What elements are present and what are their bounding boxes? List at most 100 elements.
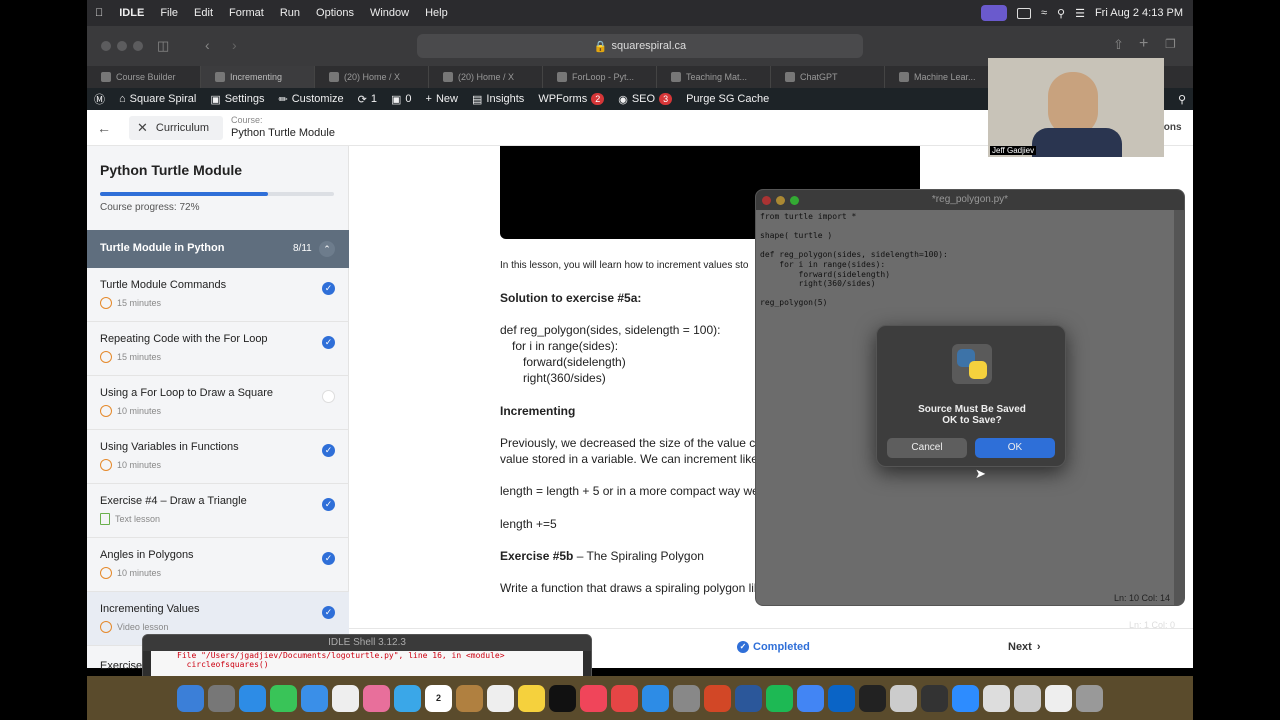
safari-icon[interactable]	[239, 684, 266, 712]
lesson-item[interactable]: Repeating Code with the For Loop 15 minu…	[87, 322, 349, 376]
chevron-up-icon[interactable]: ⌃	[319, 241, 335, 257]
trash-icon[interactable]	[1076, 684, 1103, 712]
messages-icon[interactable]	[270, 684, 297, 712]
cancel-button[interactable]: Cancel	[887, 438, 967, 458]
terminal-icon[interactable]	[859, 684, 886, 712]
chrome-icon[interactable]	[797, 684, 824, 712]
forward-icon[interactable]: ›	[232, 37, 237, 53]
music-icon[interactable]	[580, 684, 607, 712]
document-icon[interactable]	[1045, 684, 1072, 712]
ok-button[interactable]: OK	[975, 438, 1055, 458]
wp-customize-link[interactable]: ✏ Customize	[278, 93, 343, 106]
activity-monitor-icon[interactable]	[921, 684, 948, 712]
wp-wpforms-link[interactable]: WPForms 2	[538, 93, 605, 105]
notes-brown-icon[interactable]	[456, 684, 483, 712]
wp-insights-link[interactable]: ▤ Insights	[472, 93, 524, 106]
apple-tv-icon[interactable]	[549, 684, 576, 712]
idle-code-area[interactable]: from turtle import * shape( turtle ) def…	[760, 212, 948, 308]
tab-forloop[interactable]: ForLoop - Pyt...	[543, 66, 657, 88]
video-clock-icon	[100, 351, 112, 363]
scrollbar[interactable]	[1174, 210, 1184, 605]
minimize-window-button[interactable]	[117, 41, 127, 51]
lesson-item[interactable]: Turtle Module Commands 15 minutes ✓	[87, 268, 349, 322]
lesson-title-partial[interactable]: Exercise	[100, 660, 142, 672]
menu-file[interactable]: File	[160, 7, 178, 19]
launchpad-icon[interactable]	[208, 684, 235, 712]
system-settings-icon[interactable]	[673, 684, 700, 712]
wp-updates-link[interactable]: ⟳ 1	[358, 93, 377, 106]
wp-site-link[interactable]: ⌂ Square Spiral	[119, 93, 196, 105]
mail-icon[interactable]	[301, 684, 328, 712]
python-launcher-icon[interactable]	[890, 684, 917, 712]
powerpoint-icon[interactable]	[704, 684, 731, 712]
control-center-icon[interactable]: ☰	[1075, 7, 1085, 20]
wp-seo-link[interactable]: ◉ SEO 3	[618, 93, 673, 106]
wp-search-icon[interactable]: ⚲	[1178, 93, 1186, 106]
lesson-item[interactable]: Angles in Polygons 10 minutes ✓	[87, 538, 349, 592]
section-header[interactable]: Turtle Module in Python 8/11 ⌃	[87, 230, 349, 268]
menu-format[interactable]: Format	[229, 7, 264, 19]
zoom-window-button[interactable]	[133, 41, 143, 51]
facetime-icon[interactable]	[394, 684, 421, 712]
idle-status: Ln: 10 Col: 14	[1113, 593, 1170, 603]
finder-icon[interactable]	[177, 684, 204, 712]
apple-icon[interactable]: 	[95, 7, 103, 19]
tab-x-home-2[interactable]: (20) Home / X	[429, 66, 543, 88]
wordpress-logo-icon[interactable]: Ⓜ	[94, 91, 105, 107]
address-bar[interactable]: 🔒 squarespiral.ca	[417, 34, 863, 58]
new-tab-icon[interactable]: +	[1139, 35, 1148, 53]
notes-icon[interactable]	[518, 684, 545, 712]
menu-help[interactable]: Help	[425, 7, 448, 19]
tab-overview-icon[interactable]: ❐	[1165, 37, 1176, 51]
tab-course-builder[interactable]: Course Builder	[87, 66, 201, 88]
share-icon[interactable]: ⇧	[1113, 37, 1124, 53]
wp-comments-link[interactable]: ▣ 0	[391, 93, 412, 106]
tab-machine-learning[interactable]: Machine Lear...	[885, 66, 999, 88]
news-icon[interactable]	[611, 684, 638, 712]
menu-window[interactable]: Window	[370, 7, 409, 19]
python-icon[interactable]	[1014, 684, 1041, 712]
zoom-icon[interactable]	[952, 684, 979, 712]
wp-new-link[interactable]: + New	[426, 93, 458, 105]
lesson-item[interactable]: Using a For Loop to Draw a Square 10 min…	[87, 376, 349, 430]
word-icon[interactable]	[735, 684, 762, 712]
spotify-icon[interactable]	[766, 684, 793, 712]
lesson-item[interactable]: Exercise #4 – Draw a Triangle Text lesso…	[87, 484, 349, 538]
menu-run[interactable]: Run	[280, 7, 300, 19]
completed-status[interactable]: ✓ Completed	[737, 641, 810, 653]
header-right-partial[interactable]: ions	[1161, 122, 1182, 133]
calendar-icon[interactable]: 2	[425, 684, 452, 712]
wp-purge-cache-link[interactable]: Purge SG Cache	[686, 93, 769, 105]
search-icon[interactable]: ⚲	[1057, 7, 1065, 20]
outlook-icon[interactable]	[828, 684, 855, 712]
tab-incrementing[interactable]: Incrementing	[201, 66, 315, 88]
maps-icon[interactable]	[332, 684, 359, 712]
menu-app-name[interactable]: IDLE	[119, 7, 144, 19]
menu-datetime[interactable]: Fri Aug 2 4:13 PM	[1095, 7, 1183, 19]
next-button[interactable]: Next ›	[1008, 641, 1041, 653]
app-store-icon[interactable]	[642, 684, 669, 712]
back-arrow-icon[interactable]: ←	[97, 120, 111, 136]
menu-options[interactable]: Options	[316, 7, 354, 19]
battery-icon[interactable]	[1016, 7, 1031, 19]
close-window-button[interactable]	[762, 196, 771, 205]
curriculum-button[interactable]: ✕ Curriculum	[129, 116, 223, 140]
reminders-icon[interactable]	[487, 684, 514, 712]
minimize-window-button[interactable]	[776, 196, 785, 205]
tab-teaching[interactable]: Teaching Mat...	[657, 66, 771, 88]
lesson-item[interactable]: Using Variables in Functions 10 minutes …	[87, 430, 349, 484]
idle-icon[interactable]	[983, 684, 1010, 712]
back-icon[interactable]: ‹	[205, 37, 210, 53]
close-window-button[interactable]	[101, 41, 111, 51]
menu-edit[interactable]: Edit	[194, 7, 213, 19]
wifi-icon[interactable]: ≈	[1041, 7, 1047, 19]
idle-title-bar[interactable]: *reg_polygon.py*	[756, 190, 1184, 210]
zoom-window-button[interactable]	[790, 196, 799, 205]
tab-x-home-1[interactable]: (20) Home / X	[315, 66, 429, 88]
screen-record-icon[interactable]	[980, 5, 1007, 21]
sidebar-toggle-icon[interactable]: ◫	[157, 38, 169, 54]
wp-settings-link[interactable]: ▣ Settings	[210, 93, 264, 106]
tab-chatgpt[interactable]: ChatGPT	[771, 66, 885, 88]
video-clock-icon	[100, 459, 112, 471]
photos-icon[interactable]	[363, 684, 390, 712]
